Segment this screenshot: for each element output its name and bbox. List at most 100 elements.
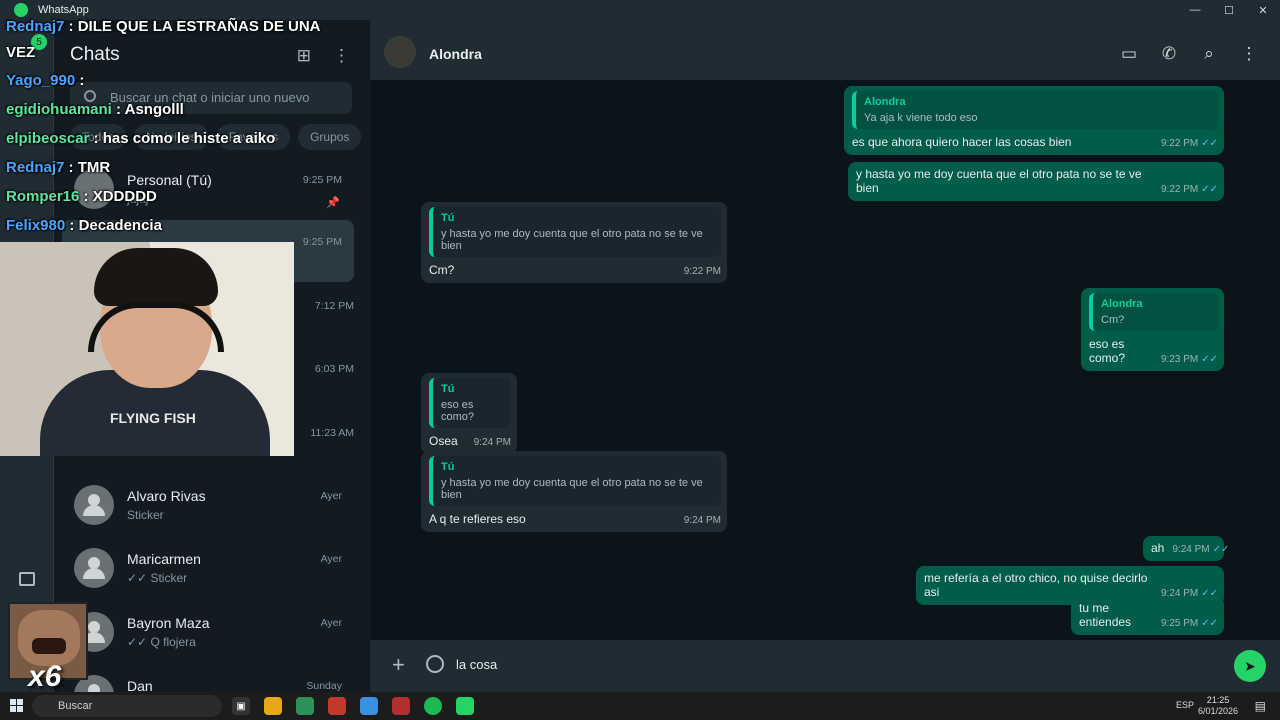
chrome-icon[interactable] bbox=[360, 697, 378, 715]
emote-multiplier: x6 bbox=[28, 660, 62, 693]
message-list: Alondra Ya aja k viene todo eso es que a… bbox=[370, 80, 1280, 640]
file-explorer-icon[interactable] bbox=[264, 697, 282, 715]
search-icon[interactable]: ⌕ bbox=[1200, 44, 1218, 64]
chat-name: Bayron Maza bbox=[127, 615, 210, 631]
stream-chat-line: Rednaj7 : DILE QUE LA ESTRAÑAS DE UNA bbox=[6, 18, 321, 35]
meme-mouth bbox=[32, 638, 66, 654]
webcam-overlay: FLYING FISH bbox=[0, 242, 294, 456]
start-button[interactable] bbox=[10, 699, 23, 712]
chat-preview: Sticker bbox=[127, 508, 164, 522]
read-ticks-icon: ✓✓ bbox=[1212, 544, 1230, 555]
stream-chat-user: Rednaj7 bbox=[6, 159, 65, 176]
stream-chat-user: Romper16 bbox=[6, 188, 80, 205]
chat-time: 7:12 PM bbox=[314, 300, 354, 312]
notification-icon[interactable]: ▤ bbox=[1255, 699, 1266, 713]
chat-item-dan[interactable]: Dan Sunday bbox=[62, 664, 354, 692]
message-composer: + la cosa ➤ bbox=[370, 640, 1280, 692]
quote-author: Tú bbox=[441, 383, 455, 395]
quote-text: y hasta yo me doy cuenta que el otro pat… bbox=[441, 228, 703, 252]
chat-name: Maricarmen bbox=[127, 551, 201, 567]
conversation-header[interactable]: Alondra ▭ ✆ ⌕ ⋮ bbox=[370, 20, 1280, 80]
media-gallery-icon[interactable] bbox=[19, 572, 35, 586]
taskbar-search-label: Buscar bbox=[58, 700, 93, 712]
quote-text: eso es como? bbox=[441, 399, 475, 423]
whatsapp-taskbar-icon[interactable] bbox=[456, 697, 474, 715]
quoted-message[interactable]: Tú eso es como? bbox=[429, 378, 511, 428]
sticker-icon[interactable] bbox=[426, 655, 444, 673]
minimize-button[interactable]: — bbox=[1178, 0, 1212, 20]
stream-chat-msg: DILE QUE LA ESTRAÑAS DE UNA bbox=[77, 18, 321, 35]
message-time: 9:23 PM bbox=[1160, 354, 1199, 365]
chat-name: Dan bbox=[127, 678, 153, 692]
message-bubble[interactable]: y hasta yo me doy cuenta que el otro pat… bbox=[848, 162, 1224, 201]
task-view-icon[interactable]: ▣ bbox=[232, 697, 250, 715]
stream-chat-user: elpibeoscar bbox=[6, 130, 90, 147]
shirt-print: FLYING FISH bbox=[110, 410, 196, 426]
chat-time: Ayer bbox=[320, 617, 342, 629]
contact-name[interactable]: Alondra bbox=[429, 46, 482, 62]
maximize-button[interactable]: ☐ bbox=[1212, 0, 1246, 20]
app-icon[interactable] bbox=[328, 697, 346, 715]
chat-item-maricarmen[interactable]: Maricarmen ✓✓ Sticker Ayer bbox=[62, 537, 354, 599]
notepad-icon[interactable] bbox=[296, 697, 314, 715]
taskbar-search[interactable]: Buscar bbox=[32, 695, 222, 717]
message-bubble[interactable]: Tú y hasta yo me doy cuenta que el otro … bbox=[421, 202, 727, 283]
read-ticks-icon: ✓✓ bbox=[1201, 184, 1218, 195]
chat-time: 11:23 AM bbox=[310, 427, 354, 439]
message-input[interactable]: la cosa bbox=[450, 649, 1210, 683]
message-text: tu me entiendes bbox=[1079, 601, 1132, 629]
stream-chat-msg: TMR bbox=[77, 159, 111, 176]
send-button[interactable]: ➤ bbox=[1234, 650, 1266, 682]
quote-text: y hasta yo me doy cuenta que el otro pat… bbox=[441, 477, 703, 501]
stream-chat-msg: Decadencia bbox=[78, 217, 162, 234]
contact-avatar[interactable] bbox=[384, 36, 416, 68]
stream-chat-msg: Asngolll bbox=[124, 101, 184, 118]
chat-time: Ayer bbox=[320, 490, 342, 502]
chat-name: Alvaro Rivas bbox=[127, 488, 206, 504]
read-ticks-icon: ✓✓ bbox=[1201, 618, 1218, 629]
spotify-icon[interactable] bbox=[424, 697, 442, 715]
message-bubble[interactable]: Tú eso es como? Osea 9:24 PM bbox=[421, 373, 517, 454]
stream-chat-user: Felix980 bbox=[6, 217, 66, 234]
attach-plus-icon[interactable]: + bbox=[392, 652, 405, 678]
video-call-icon[interactable]: ▭ bbox=[1120, 44, 1138, 64]
stream-chat-user: egidiohuamani bbox=[6, 101, 112, 118]
stream-chat-msg: XDDDDD bbox=[92, 188, 157, 205]
quoted-message[interactable]: Alondra Cm? bbox=[1089, 293, 1218, 331]
quote-author: Tú bbox=[441, 461, 455, 473]
menu-icon[interactable]: ⋮ bbox=[1240, 44, 1258, 64]
stream-chat-line: egidiohuamani : Asngolll bbox=[6, 101, 184, 118]
message-time: 9:24 PM bbox=[683, 515, 721, 526]
message-bubble[interactable]: ah 9:24 PM ✓✓ bbox=[1143, 536, 1229, 561]
stream-chat-line: Romper16 : XDDDDD bbox=[6, 188, 157, 205]
stream-chat-user: Yago_990 bbox=[6, 72, 76, 89]
windows-taskbar: Buscar ▣ ESP 21:25 6/01/2026 ▤ bbox=[0, 692, 1280, 720]
message-bubble[interactable]: tu me entiendes 9:25 PM ✓✓ bbox=[1071, 596, 1224, 635]
obs-icon[interactable] bbox=[392, 697, 410, 715]
message-text: A q te refieres eso bbox=[429, 512, 526, 526]
stream-chat-line: VEZ bbox=[6, 44, 35, 61]
message-bubble[interactable]: Tú y hasta yo me doy cuenta que el otro … bbox=[421, 451, 727, 532]
quoted-message[interactable]: Tú y hasta yo me doy cuenta que el otro … bbox=[429, 456, 721, 506]
message-time: 9:22 PM bbox=[1160, 138, 1199, 149]
close-button[interactable]: ✕ bbox=[1246, 0, 1280, 20]
message-bubble[interactable]: Alondra Ya aja k viene todo eso es que a… bbox=[844, 86, 1224, 155]
stream-chat-msg: has como le histe a aiko bbox=[102, 130, 276, 147]
message-time: 9:22 PM bbox=[1160, 184, 1199, 195]
message-bubble[interactable]: Alondra Cm? eso es como? 9:23 PM ✓✓ bbox=[1081, 288, 1224, 371]
taskbar-apps: ▣ bbox=[232, 697, 474, 715]
language-indicator[interactable]: ESP bbox=[1176, 700, 1194, 710]
quoted-message[interactable]: Alondra Ya aja k viene todo eso bbox=[852, 91, 1218, 129]
chat-time: Ayer bbox=[320, 553, 342, 565]
quoted-message[interactable]: Tú y hasta yo me doy cuenta que el otro … bbox=[429, 207, 721, 257]
quote-author: Alondra bbox=[1101, 298, 1143, 310]
stream-chat-line: Rednaj7 : TMR bbox=[6, 159, 111, 176]
chat-item-alvaro-rivas[interactable]: Alvaro Rivas Sticker Ayer bbox=[62, 474, 354, 536]
chat-item-bayron-maza[interactable]: Bayron Maza ✓✓ Q flojera Ayer bbox=[62, 601, 354, 663]
quote-text: Ya aja k viene todo eso bbox=[864, 112, 978, 124]
system-clock[interactable]: 21:25 6/01/2026 bbox=[1198, 695, 1238, 717]
avatar bbox=[74, 548, 114, 588]
clock-date: 6/01/2026 bbox=[1197, 706, 1238, 716]
phone-icon[interactable]: ✆ bbox=[1160, 44, 1178, 64]
chat-preview: ✓✓ Q flojera bbox=[127, 635, 196, 649]
